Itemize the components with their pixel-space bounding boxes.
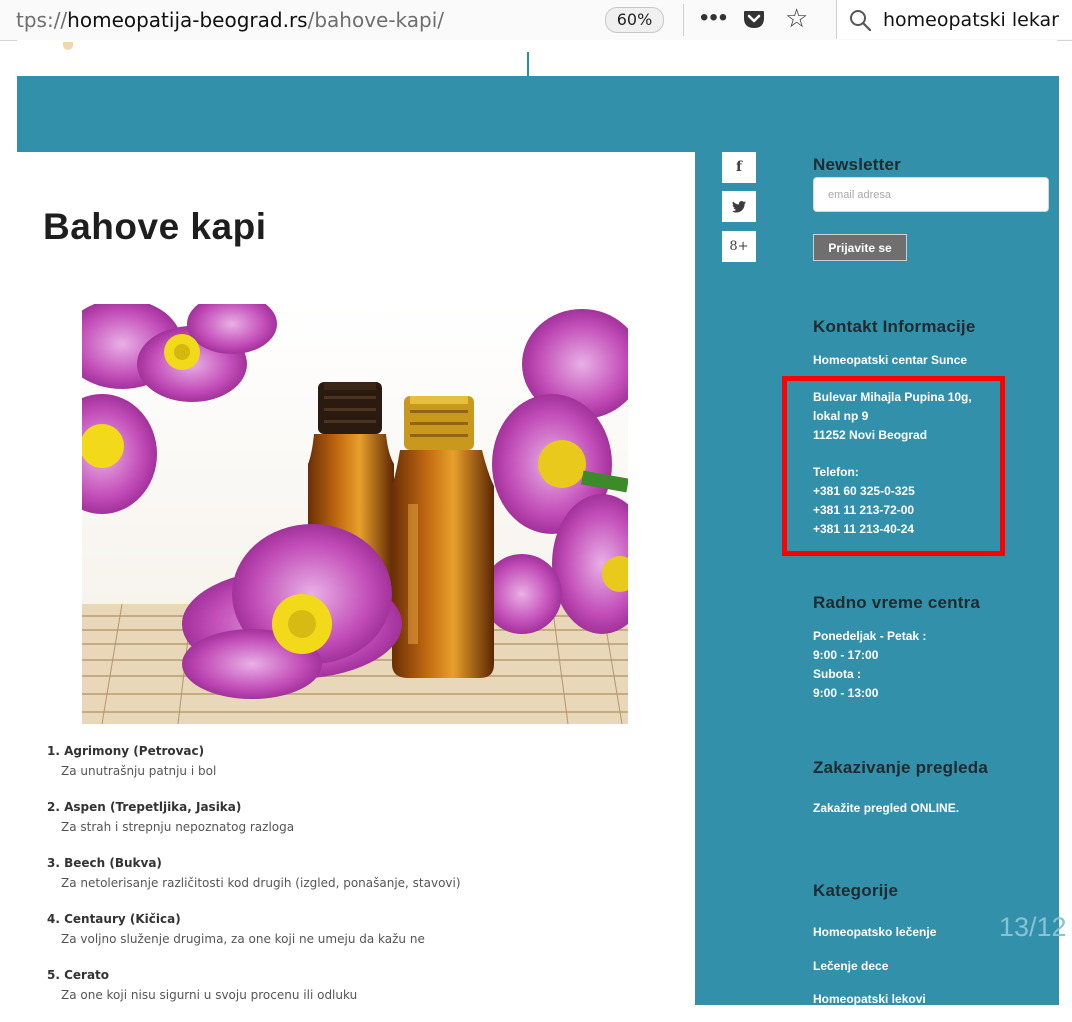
list-item: 3. Beech (Bukva) Za netolerisanje različ… <box>47 854 461 910</box>
remedy-list: 1. Agrimony (Petrovac) Za unutrašnju pat… <box>47 742 461 1022</box>
url-prefix: tps:// <box>16 8 68 32</box>
remedy-name: 5. Cerato <box>47 968 110 982</box>
remedy-description: Za one koji nisu sigurni u svoju procenu… <box>61 988 358 1002</box>
remedy-description: Za unutrašnju patnju i bol <box>61 764 217 778</box>
hours-value: 9:00 - 13:00 <box>813 686 879 700</box>
search-box[interactable]: homeopatski lekar <box>836 0 1072 39</box>
booking-heading: Zakazivanje pregleda <box>813 758 989 777</box>
teal-banner <box>17 76 1059 152</box>
header-divider <box>527 52 529 76</box>
subscribe-button[interactable]: Prijavite se <box>813 234 907 261</box>
sidebar: f 8+ Newsletter Prijavite se Kontakt Inf… <box>695 152 1059 1006</box>
twitter-icon <box>732 201 746 213</box>
google-plus-share-button[interactable]: 8+ <box>722 231 756 262</box>
twitter-share-button[interactable] <box>722 191 756 222</box>
url-domain: homeopatija-beograd.rs <box>67 8 308 32</box>
hours-value: 9:00 - 17:00 <box>813 648 879 662</box>
list-item: 2. Aspen (Trepetljika, Jasika) Za strah … <box>47 798 461 854</box>
list-item: 5. Cerato Za one koji nisu sigurni u svo… <box>47 966 461 1022</box>
contact-company-name: Homeopatski centar Sunce <box>813 353 968 367</box>
facebook-share-button[interactable]: f <box>722 152 756 183</box>
bach-flower-oils-image <box>82 304 628 724</box>
search-input-value: homeopatski lekar <box>883 9 1059 31</box>
newsletter-heading: Newsletter <box>813 155 901 174</box>
pocket-icon[interactable] <box>743 8 765 30</box>
category-link[interactable]: Homeopatski lekovi <box>813 990 926 1009</box>
list-item: 1. Agrimony (Petrovac) Za unutrašnju pat… <box>47 742 461 798</box>
logo-fragment <box>63 42 73 50</box>
contact-heading: Kontakt Informacije <box>813 317 976 336</box>
email-field[interactable] <box>813 177 1049 212</box>
zoom-indicator[interactable]: 60% <box>605 7 664 33</box>
remedy-description: Za voljno služenje drugima, za one koji … <box>61 932 425 946</box>
search-icon <box>850 10 871 31</box>
category-link[interactable]: Homeopatsko lečenje <box>813 923 936 942</box>
remedy-description: Za netolerisanje različitosti kod drugih… <box>61 876 461 890</box>
book-online-link[interactable]: Zakažite pregled ONLINE. <box>813 799 959 818</box>
remedy-name: 2. Aspen (Trepetljika, Jasika) <box>47 800 242 814</box>
main-content: Bahove kapi 1. Agrimony (Petrovac) Za un… <box>17 152 695 1005</box>
remedy-name: 1. Agrimony (Petrovac) <box>47 744 205 758</box>
site-header <box>17 40 1057 76</box>
hours-label: Ponedeljak - Petak : <box>813 629 927 643</box>
hours-label: Subota : <box>813 667 861 681</box>
page-edge <box>1059 76 1072 1005</box>
highlight-box <box>782 376 1005 556</box>
ellipsis-icon[interactable]: ••• <box>700 4 728 32</box>
url-path: /bahove-kapi/ <box>307 8 445 32</box>
category-link[interactable]: Lečenje dece <box>813 957 888 976</box>
remedy-name: 4. Centaury (Kičica) <box>47 912 181 926</box>
remedy-description: Za strah i strepnju nepoznatog razloga <box>61 820 295 834</box>
address-bar[interactable]: tps://homeopatija-beograd.rs/bahove-kapi… <box>16 8 444 32</box>
bookmark-star-icon[interactable]: ☆ <box>785 4 808 32</box>
browser-toolbar: tps://homeopatija-beograd.rs/bahove-kapi… <box>0 0 1072 41</box>
hours-heading: Radno vreme centra <box>813 593 981 612</box>
slide-counter: 13/12 <box>999 912 1067 942</box>
remedy-name: 3. Beech (Bukva) <box>47 856 162 870</box>
toolbar-divider <box>683 4 684 36</box>
page-title: Bahove kapi <box>43 206 267 247</box>
list-item: 4. Centaury (Kičica) Za voljno služenje … <box>47 910 461 966</box>
categories-heading: Kategorije <box>813 881 899 900</box>
